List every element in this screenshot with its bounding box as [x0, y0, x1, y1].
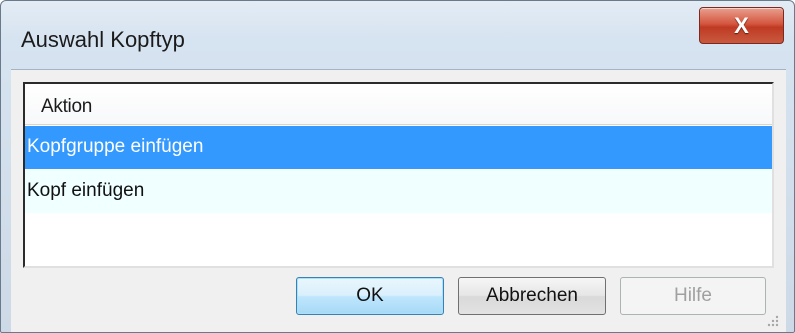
cancel-button[interactable]: Abbrechen: [458, 277, 606, 315]
action-list[interactable]: Aktion Kopfgruppe einfügen Kopf einfügen: [23, 82, 774, 268]
dialog-window: Auswahl Kopftyp X Aktion Kopfgruppe einf…: [0, 0, 795, 333]
list-item-kopf-einfuegen[interactable]: Kopf einfügen: [25, 170, 772, 213]
help-button-label: Hilfe: [673, 285, 712, 306]
window-title: Auswahl Kopftyp: [21, 27, 185, 52]
title-bar[interactable]: Auswahl Kopftyp X: [1, 1, 794, 71]
list-item-label: Kopf einfügen: [27, 180, 145, 201]
close-button[interactable]: X: [699, 7, 784, 44]
list-item-label: Kopfgruppe einfügen: [27, 136, 204, 157]
column-header-aktion[interactable]: Aktion: [25, 84, 772, 125]
close-icon: X: [734, 12, 749, 38]
column-header-label: Aktion: [41, 96, 93, 117]
ok-button[interactable]: OK: [296, 277, 444, 315]
ok-button-label: OK: [356, 285, 384, 306]
resize-grip-icon[interactable]: [766, 314, 780, 328]
resize-grip-dots: [767, 315, 779, 327]
list-item-kopfgruppe-einfuegen[interactable]: Kopfgruppe einfügen: [25, 126, 772, 169]
dialog-client-area: Aktion Kopfgruppe einfügen Kopf einfügen…: [11, 69, 786, 332]
help-button: Hilfe: [620, 277, 766, 315]
cancel-button-label: Abbrechen: [486, 285, 578, 306]
